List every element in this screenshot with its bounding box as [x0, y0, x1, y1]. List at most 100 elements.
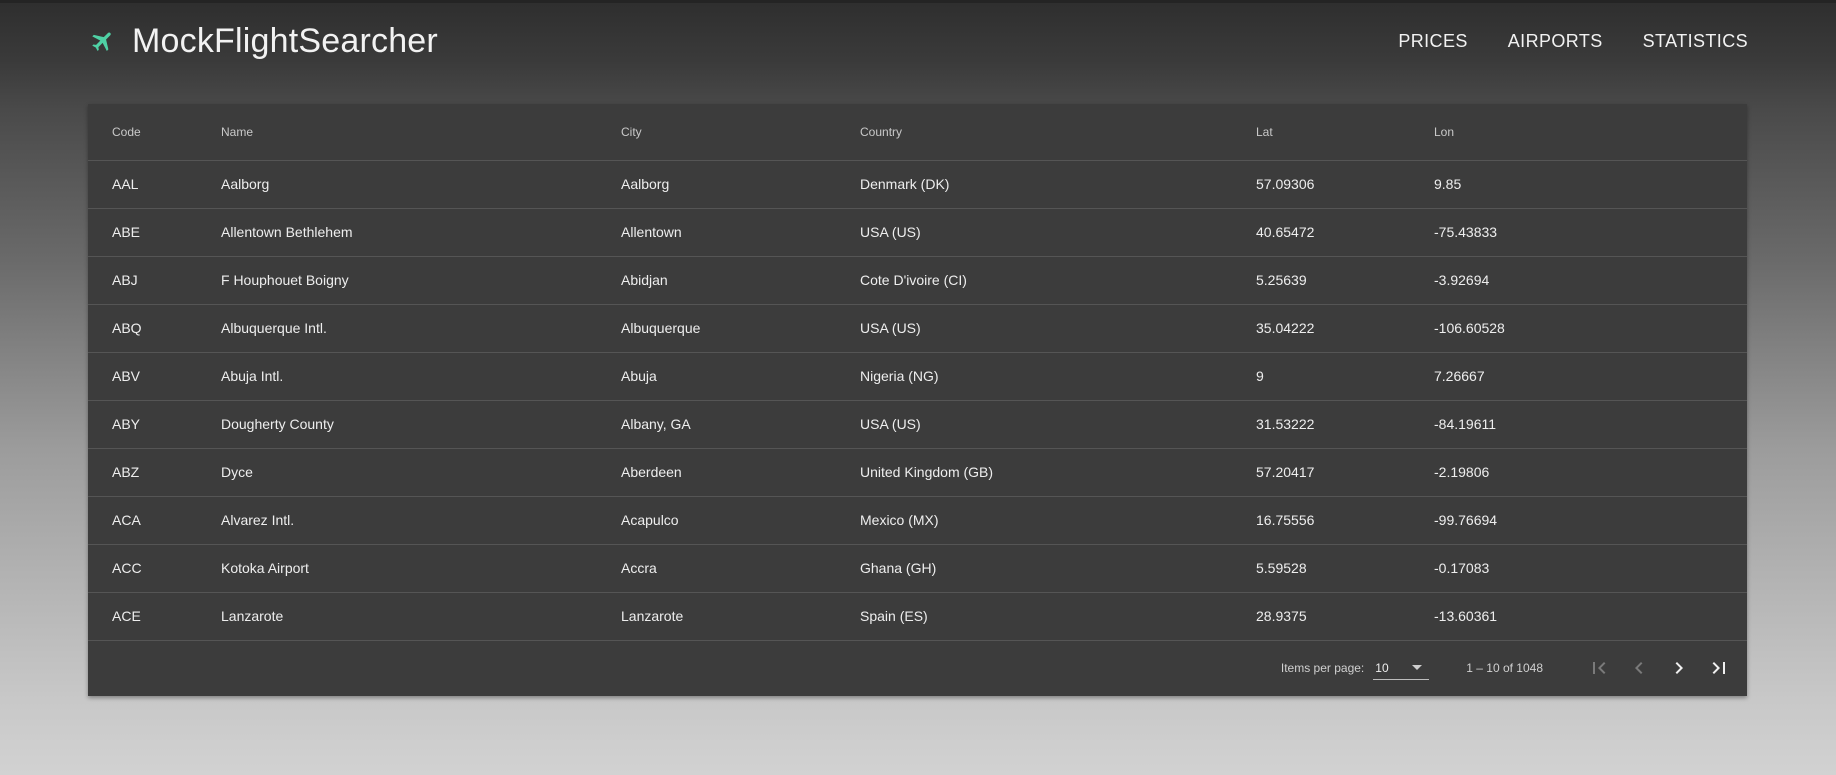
cell-city: Abuja — [621, 352, 860, 401]
cell-code: ABV — [88, 352, 221, 401]
cell-lon: 7.26667 — [1434, 352, 1747, 401]
cell-code: ACA — [88, 496, 221, 545]
cell-country: USA (US) — [860, 400, 1256, 449]
cell-lon: -75.43833 — [1434, 208, 1747, 257]
cell-name: F Houphouet Boigny — [221, 256, 621, 305]
table-header-row: Code Name City Country Lat Lon — [88, 104, 1747, 161]
cell-code: ACC — [88, 544, 221, 593]
cell-code: ABY — [88, 400, 221, 449]
cell-lat: 35.04222 — [1256, 304, 1434, 353]
table-row[interactable]: ACC Kotoka Airport Accra Ghana (GH) 5.59528-… — [88, 544, 1747, 593]
table-row[interactable]: ABJ F Houphouet Boigny Abidjan Cote D'ivoir… — [88, 256, 1747, 305]
nav-airports[interactable]: AIRPORTS — [1508, 31, 1603, 52]
column-header-country[interactable]: Country — [860, 104, 1256, 161]
items-per-page-label: Items per page: — [1280, 661, 1365, 675]
nav-statistics[interactable]: STATISTICS — [1643, 31, 1748, 52]
cell-country: USA (US) — [860, 208, 1256, 257]
items-per-page-select[interactable]: 10 — [1373, 656, 1430, 680]
table-row[interactable]: ABZ Dyce Aberdeen United Kingdom (GB) 57.204… — [88, 448, 1747, 497]
cell-code: ABE — [88, 208, 221, 257]
items-per-page-value: 10 — [1375, 660, 1389, 675]
table-row[interactable]: ABY Dougherty County Albany, GA USA (US) 31.… — [88, 400, 1747, 449]
cell-code: ABZ — [88, 448, 221, 497]
cell-country: Denmark (DK) — [860, 160, 1256, 209]
airports-table-card: Code Name City Country Lat Lon AAL Aalbor… — [88, 104, 1747, 696]
cell-name: Abuja Intl. — [221, 352, 621, 401]
cell-country: United Kingdom (GB) — [860, 448, 1256, 497]
nav-prices[interactable]: PRICES — [1398, 31, 1467, 52]
next-page-button[interactable] — [1659, 648, 1699, 688]
cell-city: Albuquerque — [621, 304, 860, 353]
cell-city: Aberdeen — [621, 448, 860, 497]
column-header-code[interactable]: Code — [88, 104, 221, 161]
cell-city: Allentown — [621, 208, 860, 257]
cell-lat: 9 — [1256, 352, 1434, 401]
cell-lon: -2.19806 — [1434, 448, 1747, 497]
cell-city: Aalborg — [621, 160, 860, 209]
cell-name: Kotoka Airport — [221, 544, 621, 593]
cell-name: Dougherty County — [221, 400, 621, 449]
brand[interactable]: MockFlightSearcher — [88, 22, 438, 61]
cell-country: Cote D'ivoire (CI) — [860, 256, 1256, 305]
cell-country: Nigeria (NG) — [860, 352, 1256, 401]
last-page-icon — [1712, 662, 1725, 674]
cell-lat: 5.25639 — [1256, 256, 1434, 305]
cell-lat: 57.09306 — [1256, 160, 1434, 209]
cell-lat: 16.75556 — [1256, 496, 1434, 545]
cell-lat: 5.59528 — [1256, 544, 1434, 593]
first-page-icon — [1593, 662, 1606, 674]
cell-country: USA (US) — [860, 304, 1256, 353]
first-page-button[interactable] — [1579, 648, 1619, 688]
cell-lon: -84.19611 — [1434, 400, 1747, 449]
column-header-lat[interactable]: Lat — [1256, 104, 1434, 161]
cell-country: Spain (ES) — [860, 592, 1256, 641]
cell-lat: 40.65472 — [1256, 208, 1434, 257]
main-nav: PRICES AIRPORTS STATISTICS — [1398, 31, 1748, 52]
cell-lon: -13.60361 — [1434, 592, 1747, 641]
airports-table: Code Name City Country Lat Lon AAL Aalbor… — [88, 104, 1747, 641]
last-page-button[interactable] — [1699, 648, 1739, 688]
cell-lon: -106.60528 — [1434, 304, 1747, 353]
cell-city: Accra — [621, 544, 860, 593]
column-header-city[interactable]: City — [621, 104, 860, 161]
table-row[interactable]: ABV Abuja Intl. Abuja Nigeria (NG) 9 7.26667 — [88, 352, 1747, 401]
cell-city: Acapulco — [621, 496, 860, 545]
cell-name: Dyce — [221, 448, 621, 497]
cell-name: Lanzarote — [221, 592, 621, 641]
previous-page-button[interactable] — [1619, 648, 1659, 688]
column-header-name[interactable]: Name — [221, 104, 621, 161]
cell-code: AAL — [88, 160, 221, 209]
column-header-lon[interactable]: Lon — [1434, 104, 1747, 161]
airplane-icon — [88, 26, 118, 56]
cell-name: Aalborg — [221, 160, 621, 209]
dropdown-arrow-icon — [1412, 665, 1423, 670]
page-range-label: 1 – 10 of 1048 — [1466, 661, 1543, 675]
table-row[interactable]: ACA Alvarez Intl. Acapulco Mexico (MX) 16.75… — [88, 496, 1747, 545]
cell-lon: -99.76694 — [1434, 496, 1747, 545]
cell-lon: 9.85 — [1434, 160, 1747, 209]
cell-city: Abidjan — [621, 256, 860, 305]
cell-name: Alvarez Intl. — [221, 496, 621, 545]
cell-name: Allentown Bethlehem — [221, 208, 621, 257]
chevron-left-icon — [1635, 662, 1643, 674]
top-border — [0, 0, 1836, 3]
cell-lat: 28.9375 — [1256, 592, 1434, 641]
cell-lat: 31.53222 — [1256, 400, 1434, 449]
table-row[interactable]: AAL Aalborg Aalborg Denmark (DK) 57.09306 9.8… — [88, 160, 1747, 209]
table-row[interactable]: ACE Lanzarote Lanzarote Spain (ES) 28.9375 -1… — [88, 592, 1747, 641]
app-header: MockFlightSearcher PRICES AIRPORTS STATI… — [88, 18, 1748, 64]
cell-name: Albuquerque Intl. — [221, 304, 621, 353]
cell-code: ACE — [88, 592, 221, 641]
cell-city: Albany, GA — [621, 400, 860, 449]
app-title: MockFlightSearcher — [132, 21, 438, 60]
cell-lon: -0.17083 — [1434, 544, 1747, 593]
cell-country: Ghana (GH) — [860, 544, 1256, 593]
cell-lon: -3.92694 — [1434, 256, 1747, 305]
cell-code: ABJ — [88, 256, 221, 305]
cell-code: ABQ — [88, 304, 221, 353]
chevron-right-icon — [1675, 662, 1683, 674]
table-row[interactable]: ABE Allentown Bethlehem Allentown USA (US) 4… — [88, 208, 1747, 257]
cell-country: Mexico (MX) — [860, 496, 1256, 545]
paginator: Items per page: 10 1 – 10 of 1048 — [88, 640, 1747, 696]
table-row[interactable]: ABQ Albuquerque Intl. Albuquerque USA (US) 3… — [88, 304, 1747, 353]
